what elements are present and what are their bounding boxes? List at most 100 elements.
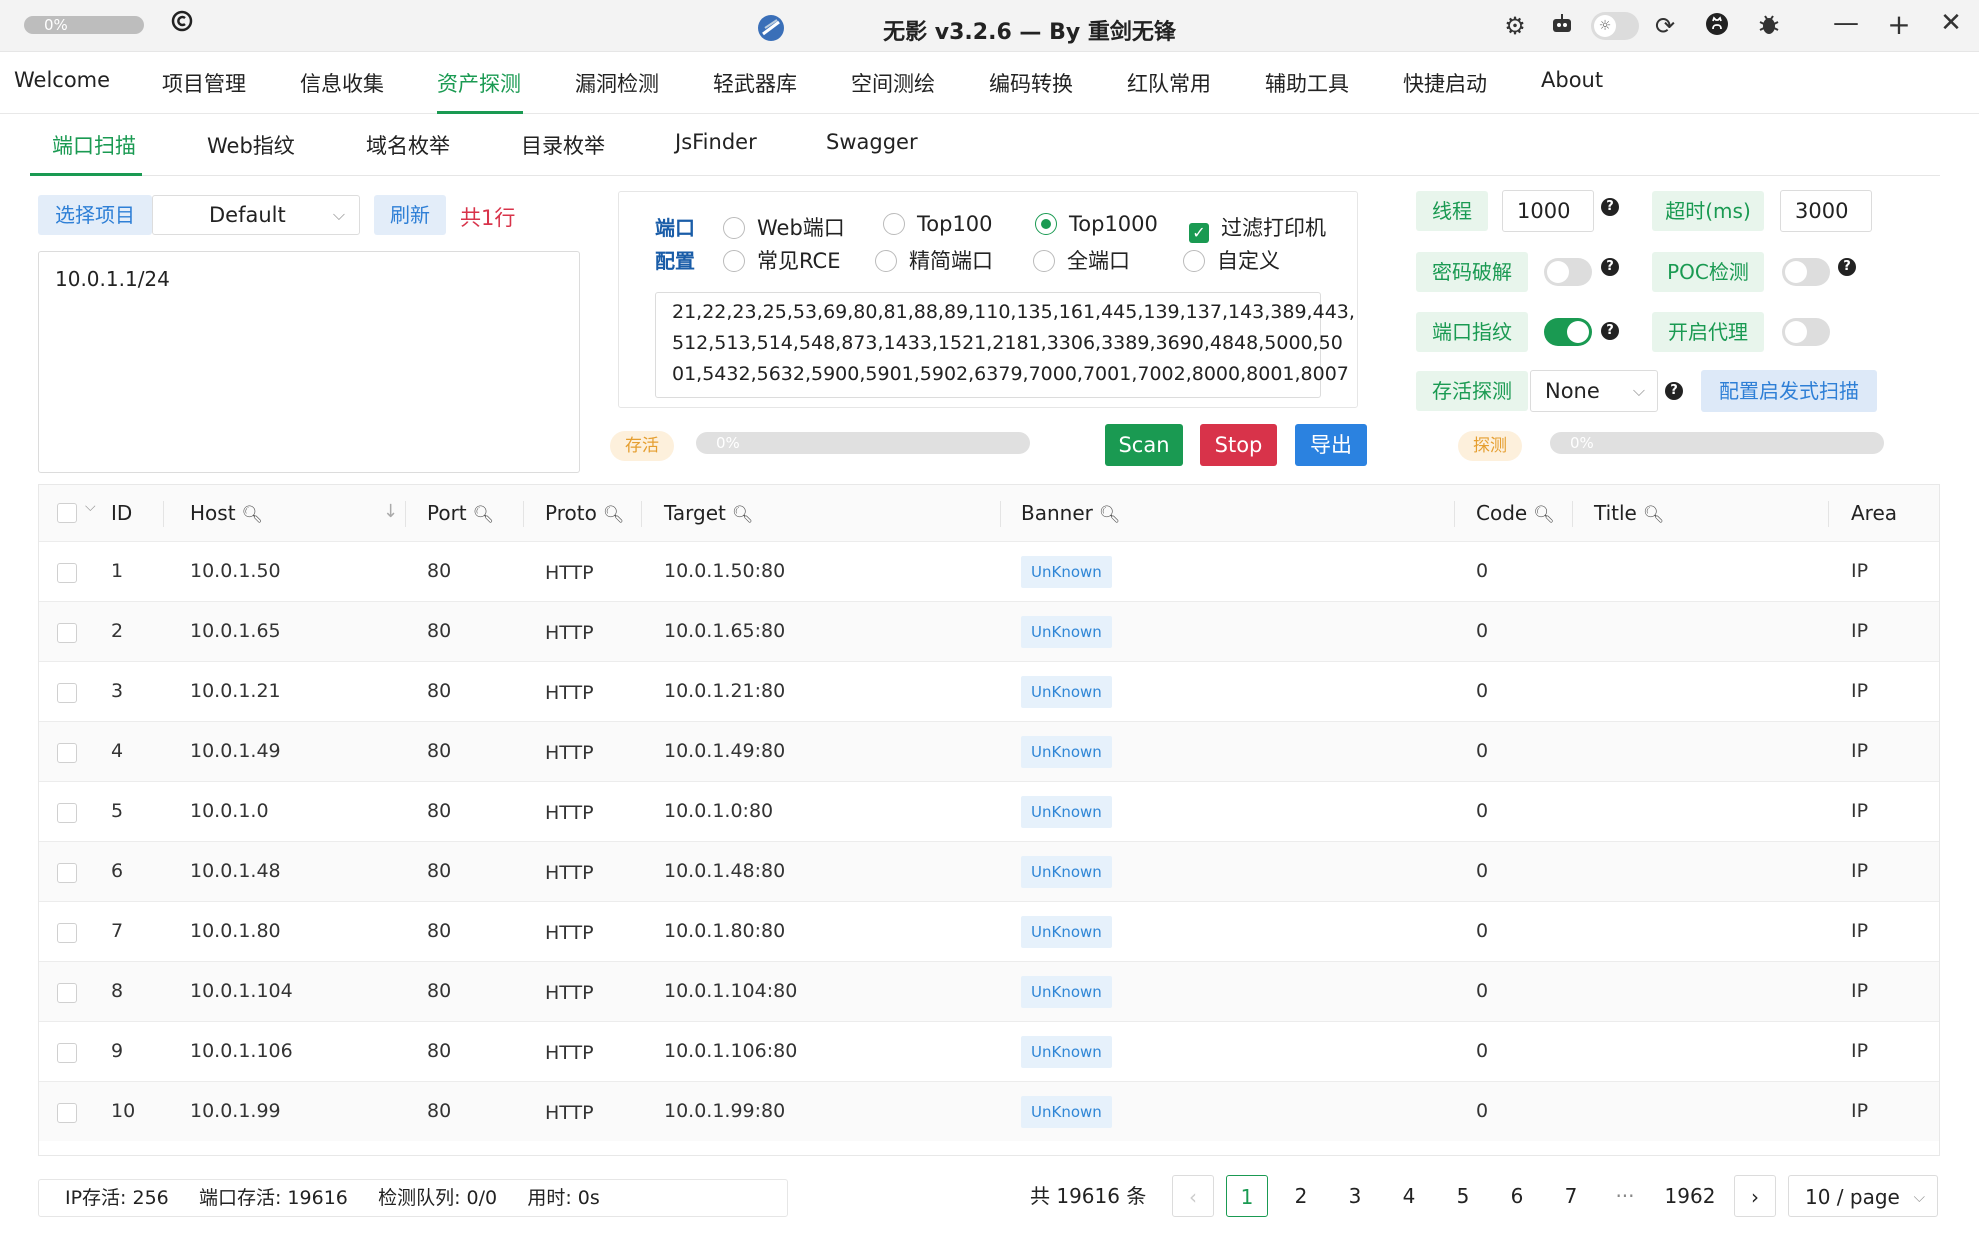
radio-top100[interactable]: Top100: [883, 212, 993, 236]
table-row[interactable]: 8 10.0.1.104 80 HTTP 10.0.1.104:80 0 IP UnKnown: [39, 961, 1939, 1021]
tab-dir-enum[interactable]: 目录枚举: [521, 130, 605, 160]
page-2[interactable]: 2: [1280, 1175, 1322, 1217]
menu-encoding[interactable]: 编码转换: [989, 68, 1073, 98]
page-3[interactable]: 3: [1334, 1175, 1376, 1217]
column-title[interactable]: Title 🔍︎: [1594, 485, 1664, 541]
table-row[interactable]: 3 10.0.1.21 80 HTTP 10.0.1.21:80 0 IP UnKnown: [39, 661, 1939, 721]
chevron-down-icon[interactable]: ⌵: [85, 499, 96, 515]
select-all-checkbox[interactable]: [57, 503, 77, 523]
menu-aux-tools[interactable]: 辅助工具: [1265, 68, 1349, 98]
help-icon[interactable]: ?: [1838, 258, 1856, 276]
help-icon[interactable]: ?: [1601, 258, 1619, 276]
theme-toggle[interactable]: ☼: [1591, 12, 1639, 40]
sort-icon[interactable]: ↓: [383, 501, 398, 522]
robot-icon[interactable]: [1547, 12, 1577, 42]
next-page-button[interactable]: ›: [1734, 1175, 1776, 1217]
column-proto[interactable]: Proto 🔍︎: [545, 485, 624, 541]
page-size-select[interactable]: 10 / page ⌵: [1788, 1175, 1938, 1217]
page-6[interactable]: 6: [1496, 1175, 1538, 1217]
threads-label: 线程: [1416, 191, 1488, 231]
filter-printer-checkbox[interactable]: ✓ 过滤打印机: [1189, 212, 1326, 243]
row-checkbox[interactable]: [57, 1103, 77, 1123]
column-area[interactable]: Area: [1851, 485, 1897, 541]
heuristic-scan-button[interactable]: 配置启发式扫描: [1701, 370, 1877, 412]
tab-port-scan[interactable]: 端口扫描: [52, 130, 136, 160]
password-crack-toggle[interactable]: [1544, 258, 1592, 286]
menu-asset-detection[interactable]: 资产探测: [437, 68, 521, 98]
minimize-icon[interactable]: —: [1831, 8, 1861, 38]
radio-common-rce[interactable]: 常见RCE: [723, 245, 840, 275]
table-row[interactable]: 6 10.0.1.48 80 HTTP 10.0.1.48:80 0 IP UnKnown: [39, 841, 1939, 901]
proxy-toggle[interactable]: [1782, 318, 1830, 346]
bug-icon[interactable]: [1754, 12, 1784, 42]
radio-top1000[interactable]: Top1000: [1035, 212, 1158, 236]
page-7[interactable]: 7: [1550, 1175, 1592, 1217]
refresh-button[interactable]: 刷新: [374, 195, 446, 235]
row-checkbox[interactable]: [57, 683, 77, 703]
column-banner[interactable]: Banner 🔍︎: [1021, 485, 1120, 541]
menu-red-team[interactable]: 红队常用: [1127, 68, 1211, 98]
tab-web-fingerprint[interactable]: Web指纹: [207, 130, 295, 160]
maximize-icon[interactable]: +: [1884, 8, 1914, 41]
row-checkbox[interactable]: [57, 863, 77, 883]
row-checkbox[interactable]: [57, 563, 77, 583]
export-button[interactable]: 导出: [1295, 424, 1367, 466]
menu-welcome[interactable]: Welcome: [14, 68, 110, 92]
radio-lite-ports[interactable]: 精简端口: [875, 245, 993, 275]
target-input[interactable]: 10.0.1.1/24: [38, 251, 580, 473]
stop-button[interactable]: Stop: [1200, 424, 1277, 466]
port-fingerprint-toggle[interactable]: [1544, 318, 1592, 346]
timeout-input[interactable]: 3000: [1780, 190, 1872, 232]
gear-icon[interactable]: ⚙: [1500, 12, 1530, 40]
page-5[interactable]: 5: [1442, 1175, 1484, 1217]
row-checkbox[interactable]: [57, 743, 77, 763]
menu-project-management[interactable]: 项目管理: [162, 68, 246, 98]
tab-jsfinder[interactable]: JsFinder: [675, 130, 757, 154]
help-icon[interactable]: ?: [1665, 382, 1683, 400]
page-1[interactable]: 1: [1226, 1175, 1268, 1217]
github-icon[interactable]: [1702, 12, 1732, 42]
column-code[interactable]: Code 🔍︎: [1476, 485, 1555, 541]
menu-vuln-detection[interactable]: 漏洞检测: [575, 68, 659, 98]
page-ellipsis[interactable]: ···: [1604, 1175, 1646, 1217]
help-icon[interactable]: ?: [1601, 322, 1619, 340]
row-checkbox[interactable]: [57, 803, 77, 823]
ports-textarea[interactable]: 21,22,23,25,53,69,80,81,88,89,110,135,16…: [655, 292, 1355, 398]
tab-swagger[interactable]: Swagger: [826, 130, 918, 154]
scan-button[interactable]: Scan: [1105, 424, 1183, 466]
row-checkbox[interactable]: [57, 623, 77, 643]
row-checkbox[interactable]: [57, 983, 77, 1003]
menu-about[interactable]: About: [1541, 68, 1603, 92]
alive-detect-select[interactable]: None ⌵: [1530, 370, 1658, 412]
column-host[interactable]: Host 🔍︎: [190, 485, 263, 541]
tab-domain-enum[interactable]: 域名枚举: [366, 130, 450, 160]
table-row[interactable]: 1 10.0.1.50 80 HTTP 10.0.1.50:80 0 IP UnKnown: [39, 541, 1939, 601]
prev-page-button[interactable]: ‹: [1172, 1175, 1214, 1217]
page-last[interactable]: 1962: [1658, 1175, 1722, 1217]
threads-input[interactable]: 1000: [1502, 190, 1594, 232]
poc-toggle[interactable]: [1782, 258, 1830, 286]
menu-quick-launch[interactable]: 快捷启动: [1403, 68, 1487, 98]
menu-space-mapping[interactable]: 空间测绘: [851, 68, 935, 98]
table-row[interactable]: 2 10.0.1.65 80 HTTP 10.0.1.65:80 0 IP UnKnown: [39, 601, 1939, 661]
refresh-icon[interactable]: ⟳: [1650, 12, 1680, 40]
row-checkbox[interactable]: [57, 923, 77, 943]
help-icon[interactable]: ?: [1601, 198, 1619, 216]
radio-custom[interactable]: 自定义: [1183, 245, 1280, 275]
close-icon[interactable]: ✕: [1936, 8, 1966, 38]
column-id[interactable]: ID: [111, 485, 132, 541]
table-row[interactable]: 5 10.0.1.0 80 HTTP 10.0.1.0:80 0 IP UnKnown: [39, 781, 1939, 841]
column-target[interactable]: Target 🔍︎: [664, 485, 753, 541]
menu-info-collection[interactable]: 信息收集: [300, 68, 384, 98]
column-port[interactable]: Port 🔍︎: [427, 485, 494, 541]
table-row[interactable]: 4 10.0.1.49 80 HTTP 10.0.1.49:80 0 IP UnKnown: [39, 721, 1939, 781]
radio-all-ports[interactable]: 全端口: [1033, 245, 1130, 275]
row-checkbox[interactable]: [57, 1043, 77, 1063]
table-row[interactable]: 9 10.0.1.106 80 HTTP 10.0.1.106:80 0 IP UnKnown: [39, 1021, 1939, 1081]
table-row[interactable]: 7 10.0.1.80 80 HTTP 10.0.1.80:80 0 IP UnKnown: [39, 901, 1939, 961]
radio-web-ports[interactable]: Web端口: [723, 212, 845, 242]
page-4[interactable]: 4: [1388, 1175, 1430, 1217]
table-row[interactable]: 10 10.0.1.99 80 HTTP 10.0.1.99:80 0 IP UnKnown: [39, 1081, 1939, 1141]
project-select[interactable]: Default ⌵: [152, 195, 360, 235]
menu-light-weapons[interactable]: 轻武器库: [713, 68, 797, 98]
